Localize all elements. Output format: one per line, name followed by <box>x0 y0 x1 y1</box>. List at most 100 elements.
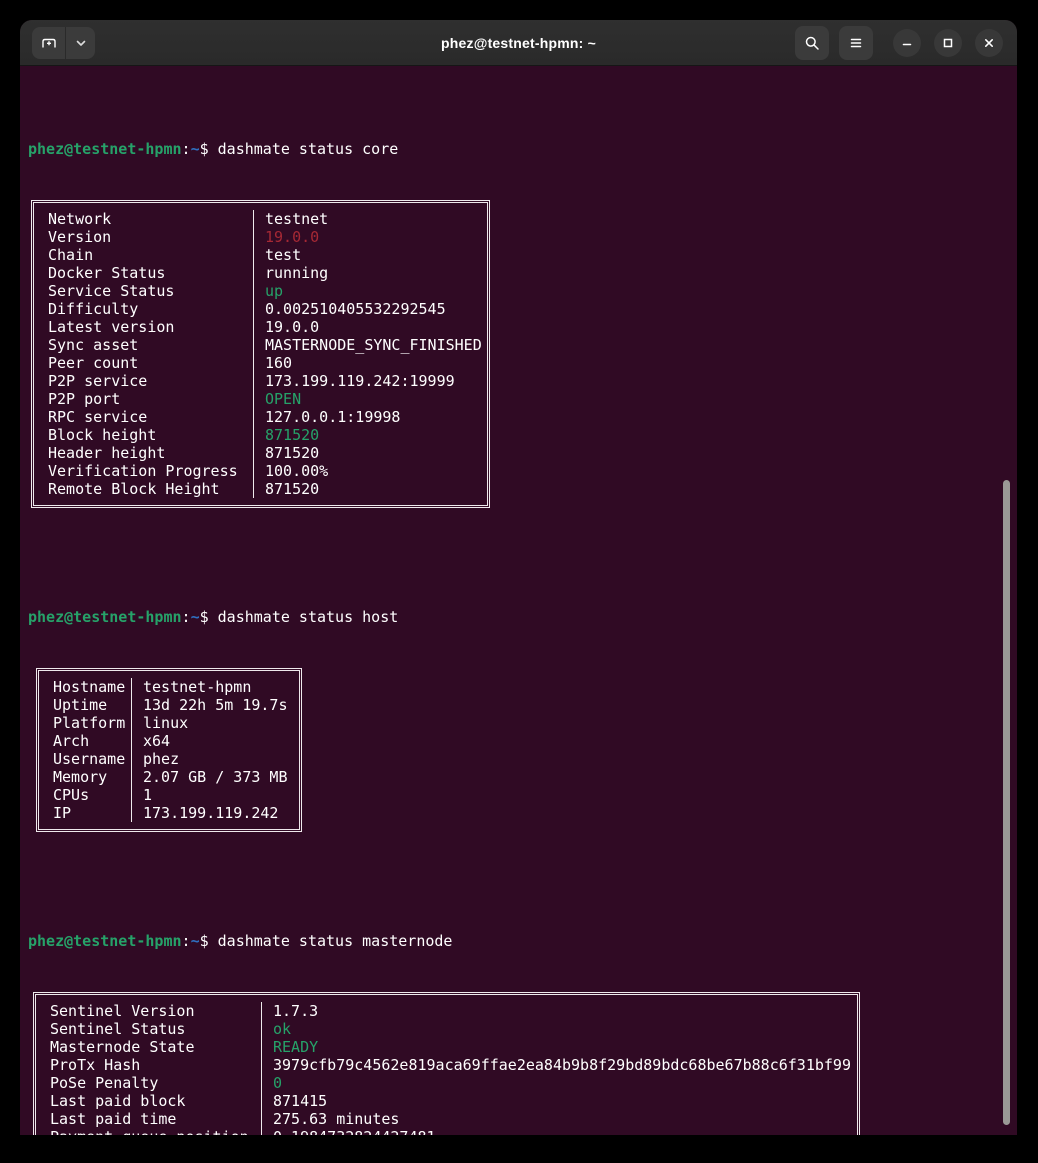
table-row: Service Statusup <box>34 282 487 300</box>
row-value: testnet <box>253 210 487 228</box>
row-label: Block height <box>34 426 253 444</box>
table-row: Platformlinux <box>39 714 299 732</box>
table-row: Sentinel Version1.7.3 <box>36 1002 857 1020</box>
row-label: Peer count <box>34 354 253 372</box>
row-value: running <box>253 264 487 282</box>
minimize-button[interactable] <box>893 29 921 57</box>
close-icon <box>982 36 996 50</box>
row-value: phez <box>131 750 299 768</box>
command-text: dashmate status host <box>218 608 399 626</box>
row-label: Version <box>34 228 253 246</box>
row-value: 127.0.0.1:19998 <box>253 408 487 426</box>
maximize-icon <box>941 36 955 50</box>
core-status-table: NetworktestnetVersion19.0.0ChaintestDock… <box>31 200 490 508</box>
row-value: MASTERNODE_SYNC_FINISHED <box>253 336 487 354</box>
minimize-icon <box>900 36 914 50</box>
table-row: Docker Statusrunning <box>34 264 487 282</box>
table-row: Memory2.07 GB / 373 MB <box>39 768 299 786</box>
table-row: P2P portOPEN <box>34 390 487 408</box>
table-row: Remote Block Height871520 <box>34 480 487 498</box>
terminal-output: phez@testnet-hpmn:~$ dashmate status cor… <box>20 66 1017 1135</box>
row-label: Username <box>39 750 131 768</box>
table-row: Verification Progress100.00% <box>34 462 487 480</box>
prompt-line: phez@testnet-hpmn:~$ dashmate status mas… <box>28 932 1009 950</box>
row-value: 871520 <box>253 426 487 444</box>
prompt-line: phez@testnet-hpmn:~$ dashmate status hos… <box>28 608 1009 626</box>
row-value: 2.07 GB / 373 MB <box>131 768 299 786</box>
row-label: Latest version <box>34 318 253 336</box>
close-button[interactable] <box>975 29 1003 57</box>
row-label: Network <box>34 210 253 228</box>
row-value: linux <box>131 714 299 732</box>
table-row: ProTx Hash3979cfb79c4562e819aca69ffae2ea… <box>36 1056 857 1074</box>
table-row: Latest version19.0.0 <box>34 318 487 336</box>
row-label: P2P port <box>34 390 253 408</box>
terminal-window: phez@testnet-hpmn: ~ <box>20 20 1017 1135</box>
row-value: testnet-hpmn <box>131 678 299 696</box>
row-label: Payment queue position <box>36 1128 261 1135</box>
row-label: Service Status <box>34 282 253 300</box>
table-row: Hostnametestnet-hpmn <box>39 678 299 696</box>
row-label: Uptime <box>39 696 131 714</box>
table-row: IP173.199.119.242 <box>39 804 299 822</box>
host-status-table: Hostnametestnet-hpmnUptime13d 22h 5m 19.… <box>36 668 302 832</box>
table-row: Last paid block871415 <box>36 1092 857 1110</box>
tab-list-dropdown-button[interactable] <box>65 27 95 59</box>
table-row: Peer count160 <box>34 354 487 372</box>
table-row: Networktestnet <box>34 210 487 228</box>
table-row: Difficulty0.002510405532292545 <box>34 300 487 318</box>
table-row: Header height871520 <box>34 444 487 462</box>
row-label: Last paid time <box>36 1110 261 1128</box>
row-value: 0 <box>261 1074 857 1092</box>
table-row: P2P service173.199.119.242:19999 <box>34 372 487 390</box>
row-value: up <box>253 282 487 300</box>
row-value: 871415 <box>261 1092 857 1110</box>
row-label: Memory <box>39 768 131 786</box>
row-label: Difficulty <box>34 300 253 318</box>
row-label: Remote Block Height <box>34 480 253 498</box>
row-value: ok <box>261 1020 857 1038</box>
row-value: 871520 <box>253 444 487 462</box>
menu-button[interactable] <box>839 26 873 60</box>
table-row: Version19.0.0 <box>34 228 487 246</box>
new-tab-icon <box>41 35 57 51</box>
table-row: Uptime13d 22h 5m 19.7s <box>39 696 299 714</box>
table-row: PoSe Penalty0 <box>36 1074 857 1092</box>
row-label: P2P service <box>34 372 253 390</box>
scrollbar-thumb[interactable] <box>1003 480 1010 1125</box>
row-value: 1.7.3 <box>261 1002 857 1020</box>
row-label: PoSe Penalty <box>36 1074 261 1092</box>
row-label: Docker Status <box>34 264 253 282</box>
table-row: Sentinel Statusok <box>36 1020 857 1038</box>
table-row: Archx64 <box>39 732 299 750</box>
row-label: RPC service <box>34 408 253 426</box>
prompt-path: ~ <box>191 140 200 158</box>
table-row: Masternode StateREADY <box>36 1038 857 1056</box>
search-button[interactable] <box>795 26 829 60</box>
row-value: OPEN <box>253 390 487 408</box>
command-text: dashmate status core <box>218 140 399 158</box>
maximize-button[interactable] <box>934 29 962 57</box>
row-value: 100.00% <box>253 462 487 480</box>
table-row: Payment queue position0.1984732824427481 <box>36 1128 857 1135</box>
row-value: 19.0.0 <box>253 318 487 336</box>
row-label: Chain <box>34 246 253 264</box>
row-label: Verification Progress <box>34 462 253 480</box>
hamburger-menu-icon <box>848 35 864 51</box>
table-row: Last paid time275.63 minutes <box>36 1110 857 1128</box>
table-row: Chaintest <box>34 246 487 264</box>
row-value: 0.1984732824427481 <box>261 1128 857 1135</box>
masternode-status-table: Sentinel Version1.7.3Sentinel StatusokMa… <box>33 992 860 1135</box>
row-value: 173.199.119.242:19999 <box>253 372 487 390</box>
row-value: 19.0.0 <box>253 228 487 246</box>
new-tab-button[interactable] <box>32 27 65 59</box>
prompt-user-host: phez@testnet-hpmn <box>28 608 182 626</box>
row-value: 871520 <box>253 480 487 498</box>
prompt-line: phez@testnet-hpmn:~$ dashmate status cor… <box>28 140 1009 158</box>
table-row: RPC service127.0.0.1:19998 <box>34 408 487 426</box>
row-value: READY <box>261 1038 857 1056</box>
row-label: Sentinel Version <box>36 1002 261 1020</box>
row-label: Masternode State <box>36 1038 261 1056</box>
new-tab-split-button <box>32 27 95 59</box>
row-label: IP <box>39 804 131 822</box>
